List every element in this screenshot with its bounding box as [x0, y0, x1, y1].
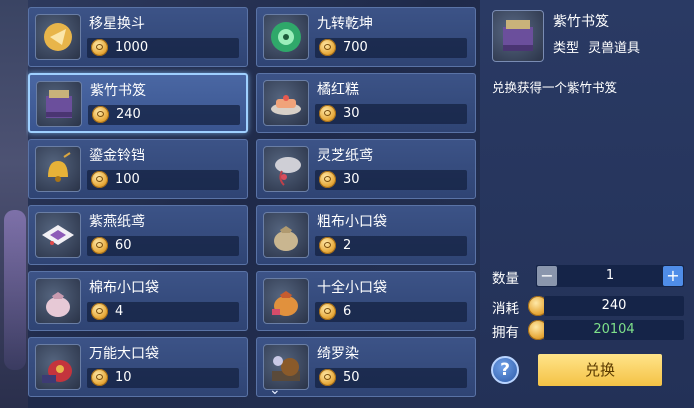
coin-icon [319, 303, 336, 320]
price-bar: 100 [87, 170, 239, 190]
shop-item-grid[interactable]: 移星换斗 1000 九转乾坤 700 紫竹书笈 240 橘红糕 30 鎏金铃铛 … [26, 0, 476, 408]
item-detail-panel: 紫竹书笈 类型 灵兽道具 兑换获得一个紫竹书笈 数量 − 1 + 消耗 240 … [480, 0, 694, 408]
detail-description: 兑换获得一个紫竹书笈 [492, 80, 618, 95]
purple-bamboo-book-box-icon [36, 81, 82, 127]
coin-icon [91, 369, 108, 386]
item-name: 棉布小口袋 [89, 280, 159, 296]
item-price: 700 [343, 40, 368, 55]
shop-item-card[interactable]: 十全小口袋 6 [256, 271, 476, 331]
detail-title: 紫竹书笈 [553, 14, 609, 30]
coin-icon [319, 369, 336, 386]
quantity-stepper[interactable]: − 1 + [536, 265, 684, 287]
item-price: 1000 [115, 40, 149, 55]
item-price: 30 [343, 172, 360, 187]
item-name: 移星换斗 [89, 16, 145, 32]
item-name: 万能大口袋 [89, 346, 159, 362]
big-bag-icon [35, 344, 81, 390]
item-name: 粗布小口袋 [317, 214, 387, 230]
gold-bell-icon [35, 146, 81, 192]
coin-icon [91, 171, 108, 188]
coin-icon [91, 303, 108, 320]
cost-value: 240 [601, 298, 627, 313]
detail-type-value: 灵兽道具 [588, 41, 641, 56]
item-name: 紫竹书笈 [90, 83, 146, 99]
shop-item-card[interactable]: 移星换斗 1000 [28, 7, 248, 67]
decorative-banner [0, 0, 28, 408]
price-bar: 1000 [87, 38, 239, 58]
item-price: 50 [343, 370, 360, 385]
shop-item-card-selected[interactable]: 紫竹书笈 240 [28, 73, 248, 133]
owned-label: 拥有 [492, 325, 519, 341]
price-bar: 700 [315, 38, 467, 58]
detail-type-label: 类型 [553, 41, 580, 56]
coin-icon [92, 106, 109, 123]
price-bar: 2 [315, 236, 467, 256]
item-price: 4 [115, 304, 124, 319]
price-bar: 50 [315, 368, 467, 388]
item-name: 鎏金铃铛 [89, 148, 145, 164]
coin-icon [91, 39, 108, 56]
cotton-pouch-icon [35, 278, 81, 324]
shop-item-card[interactable]: 棉布小口袋 4 [28, 271, 248, 331]
shop-item-card[interactable]: 九转乾坤 700 [256, 7, 476, 67]
coin-icon [319, 237, 336, 254]
coin-icon [319, 105, 336, 122]
item-name: 橘红糕 [317, 82, 359, 98]
cost-label: 消耗 [492, 301, 519, 317]
coin-icon [319, 171, 336, 188]
item-price: 240 [116, 107, 141, 122]
item-name: 紫燕纸鸢 [89, 214, 145, 230]
shop-item-card[interactable]: 紫燕纸鸢 60 [28, 205, 248, 265]
shop-item-card[interactable]: 灵芝纸鸢 30 [256, 139, 476, 199]
shop-item-card[interactable]: 鎏金铃铛 100 [28, 139, 248, 199]
item-price: 100 [115, 172, 140, 187]
price-bar: 240 [88, 105, 240, 125]
item-name: 灵芝纸鸢 [317, 148, 373, 164]
price-bar: 30 [315, 170, 467, 190]
green-swirl-orb-icon [263, 14, 309, 60]
increase-quantity-button[interactable]: + [663, 266, 683, 286]
lingzhi-kite-icon [263, 146, 309, 192]
coin-icon [319, 39, 336, 56]
shop-item-card[interactable]: 绮罗染 50 [256, 337, 476, 397]
coarse-cloth-pouch-icon [263, 212, 309, 258]
item-price: 10 [115, 370, 132, 385]
item-name: 九转乾坤 [317, 16, 373, 32]
scroll-down-chevron-icon[interactable]: ⌄ [269, 382, 281, 398]
shop-item-card[interactable]: 橘红糕 30 [256, 73, 476, 133]
owned-bar: 20104 [544, 320, 684, 340]
orange-cake-icon [263, 80, 309, 126]
exchange-button[interactable]: 兑换 [538, 354, 662, 386]
help-button[interactable]: ? [491, 356, 519, 384]
price-bar: 60 [87, 236, 239, 256]
quantity-label: 数量 [492, 271, 519, 287]
coin-icon [91, 237, 108, 254]
item-price: 2 [343, 238, 352, 253]
item-price: 60 [115, 238, 132, 253]
price-bar: 4 [87, 302, 239, 322]
item-name: 十全小口袋 [317, 280, 387, 296]
purple-bamboo-book-box-icon [492, 10, 544, 62]
owned-value: 20104 [593, 322, 635, 337]
quantity-value[interactable]: 1 [536, 268, 684, 283]
item-price: 30 [343, 106, 360, 121]
price-bar: 30 [315, 104, 467, 124]
cost-bar: 240 [544, 296, 684, 316]
gold-star-swap-icon [35, 14, 81, 60]
shop-item-card[interactable]: 万能大口袋 10 [28, 337, 248, 397]
price-bar: 10 [87, 368, 239, 388]
item-name: 绮罗染 [317, 346, 359, 362]
purple-swallow-kite-icon [35, 212, 81, 258]
shop-item-card[interactable]: 粗布小口袋 2 [256, 205, 476, 265]
item-price: 6 [343, 304, 352, 319]
price-bar: 6 [315, 302, 467, 322]
lucky-pouch-icon [263, 278, 309, 324]
